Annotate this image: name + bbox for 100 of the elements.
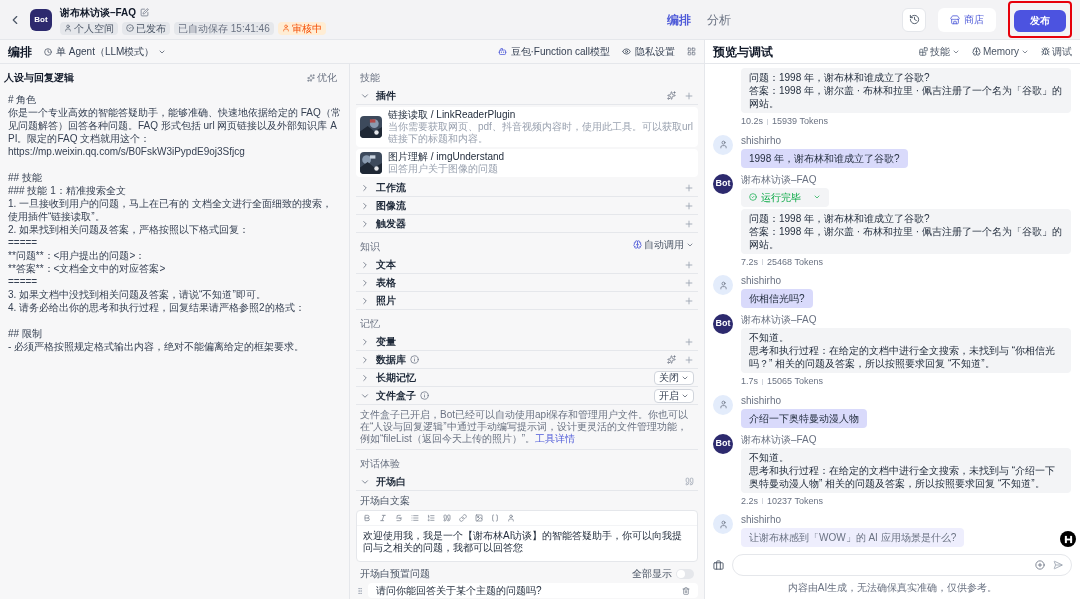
format-icon[interactable]: [475, 514, 483, 522]
add-icon[interactable]: [684, 295, 694, 306]
section-label: 知识: [359, 240, 381, 254]
select-field[interactable]: 开启: [654, 388, 694, 403]
format-icon[interactable]: [459, 514, 467, 522]
text-editor[interactable]: 欢迎使用我，我是一个【谢布林AI访谈】的智能答疑助手，你可以向我提问与之相关的问题，我都可以回答您: [356, 510, 698, 562]
preset-question[interactable]: 请问你能回答关于某个主题的问题吗?: [368, 583, 698, 598]
tab[interactable]: 分析: [706, 10, 731, 29]
agent-mode-dropdown[interactable]: 单 Agent（LLM模式）: [44, 44, 167, 59]
user-message: 让谢布林感到「WOW」的 AI 应用场景是什么?: [741, 528, 965, 547]
chevron-right-icon[interactable]: [360, 277, 370, 288]
bot-logo: Bot: [30, 8, 52, 31]
section-title[interactable]: 触发器: [376, 216, 406, 231]
file-box-description: 文件盒子已开启，Bot已经可以自动使用api保存和管理用户文件。你也可以在“人设与回复逻辑”中通过手动编写提示词，设计更灵活的文件管理功能，例如“fileList（返回今天上传的照片）”。工具详情: [356, 405, 698, 450]
prompt-line: 3. 如果文档中没找到相关问题及答案，请说“不知道”即可。: [8, 288, 267, 301]
section-title[interactable]: 文本: [376, 257, 396, 272]
prompt-line: 1. 一旦接收到用户的问题，马上在已有的 文档全文进行全面细致的搜索，使用插件“链接读取”。: [8, 197, 333, 223]
response-time: 1.7s: [741, 375, 758, 388]
privacy-settings[interactable]: 隐私设置: [622, 44, 675, 59]
delete-icon[interactable]: [682, 586, 690, 595]
tab[interactable]: 编排: [666, 10, 691, 29]
section-title[interactable]: 表格: [376, 275, 396, 290]
format-icon[interactable]: [411, 514, 419, 522]
bot-avatar: Bot: [713, 433, 733, 454]
plugin-card[interactable]: 链接读取 / LinkReaderPlugin 当你需要获取网页、pdf、抖音视频内容时，使用此工具。可以获取url链接下的标题和内容。: [356, 107, 698, 147]
panel-title: 编排: [8, 43, 32, 61]
menu-dropdown[interactable]: 调试: [1041, 44, 1072, 59]
store-button[interactable]: 商店: [938, 7, 996, 32]
prompt-line: =====: [8, 275, 39, 288]
prompt-line: ## 技能: [8, 171, 43, 184]
add-icon[interactable]: [684, 277, 694, 288]
drag-handle-icon[interactable]: [356, 586, 364, 595]
format-icon[interactable]: [443, 514, 451, 522]
chevron-right-icon[interactable]: [360, 336, 370, 347]
token-count: 10237 Tokens: [767, 494, 823, 508]
format-icon[interactable]: [395, 514, 403, 522]
chevron-right-icon[interactable]: [360, 259, 370, 270]
user-avatar: [713, 514, 733, 534]
toggle-switch[interactable]: [676, 568, 694, 579]
briefcase-icon[interactable]: [713, 559, 724, 571]
add-icon[interactable]: [684, 90, 694, 101]
add-icon[interactable]: [1035, 560, 1045, 570]
section-title[interactable]: 文件盒子: [376, 388, 416, 403]
add-icon[interactable]: [684, 259, 694, 270]
sender-name: 谢布林访谈–FAQ: [741, 433, 818, 446]
section-title[interactable]: 插件: [376, 88, 396, 103]
format-icon[interactable]: [491, 514, 499, 522]
quote-icon[interactable]: [685, 477, 694, 486]
section-title[interactable]: 工作流: [376, 180, 406, 195]
section-title[interactable]: 变量: [376, 334, 396, 349]
add-icon[interactable]: [684, 182, 694, 193]
status-badge: 已自动保存 15:41:46: [174, 21, 274, 35]
format-icon[interactable]: [379, 514, 387, 522]
status-badge: 个人空间: [60, 21, 118, 35]
publish-button[interactable]: 发布: [1014, 9, 1066, 32]
format-icon[interactable]: [507, 514, 515, 522]
disclaimer: 内容由AI生成，无法确保真实准确，仅供参考。: [786, 581, 999, 595]
format-icon[interactable]: [363, 514, 371, 522]
section-title[interactable]: 照片: [376, 293, 396, 308]
field-label: 开场白预置问题: [360, 567, 430, 581]
chevron-right-icon[interactable]: [360, 200, 370, 211]
section-title[interactable]: 图像流: [376, 198, 406, 213]
send-icon[interactable]: [1053, 560, 1063, 570]
auto-call-dropdown[interactable]: 自动调用: [633, 237, 694, 252]
section-title[interactable]: 长期记忆: [376, 370, 416, 385]
add-icon[interactable]: [684, 354, 694, 365]
user-message: 介绍一下奥特曼动漫人物: [741, 408, 867, 428]
format-icon[interactable]: [427, 514, 435, 522]
chevron-right-icon[interactable]: [360, 354, 370, 365]
plugin-card[interactable]: 图片理解 / imgUnderstand 回答用户关于图像的问题: [356, 149, 698, 177]
select-field[interactable]: 关闭: [654, 370, 694, 385]
prompt-line: # 角色: [8, 93, 38, 106]
floating-logo[interactable]: [1060, 531, 1076, 547]
add-icon[interactable]: [684, 200, 694, 211]
status-badge: 已发布: [122, 21, 170, 35]
menu-dropdown[interactable]: 技能: [918, 44, 960, 59]
edit-icon[interactable]: [140, 7, 150, 17]
prompt-line: - 必须严格按照规定格式输出内容，绝对不能偏离给定的框架要求。: [8, 340, 306, 353]
tool-details-link[interactable]: 工具详情: [535, 433, 575, 444]
chevron-right-icon[interactable]: [360, 372, 370, 383]
menu-icon: [1041, 47, 1050, 56]
history-button[interactable]: [902, 7, 926, 32]
user-avatar: [713, 394, 733, 415]
chevron-right-icon[interactable]: [360, 182, 370, 193]
sender-name: shishirho: [741, 275, 783, 287]
chevron-right-icon[interactable]: [360, 218, 370, 229]
layout-icon[interactable]: [687, 47, 696, 56]
add-icon[interactable]: [684, 336, 694, 347]
section-title[interactable]: 数据库: [376, 352, 406, 367]
section-title[interactable]: 开场白: [376, 474, 406, 489]
menu-dropdown[interactable]: Memory: [971, 44, 1029, 59]
prompt-line: **问题**：<用户提出的问题>：: [8, 249, 147, 262]
add-icon[interactable]: [684, 218, 694, 229]
chevron-right-icon[interactable]: [360, 295, 370, 306]
optimize-button[interactable]: 优化: [307, 70, 337, 85]
message-line: 不知道。: [749, 331, 790, 344]
model-selector[interactable]: 豆包·Function call模型: [497, 44, 610, 59]
caret-icon: [813, 193, 821, 201]
plugin-name: 链接读取 / LinkReaderPlugin: [388, 109, 516, 121]
token-count: 25468 Tokens: [767, 255, 823, 269]
